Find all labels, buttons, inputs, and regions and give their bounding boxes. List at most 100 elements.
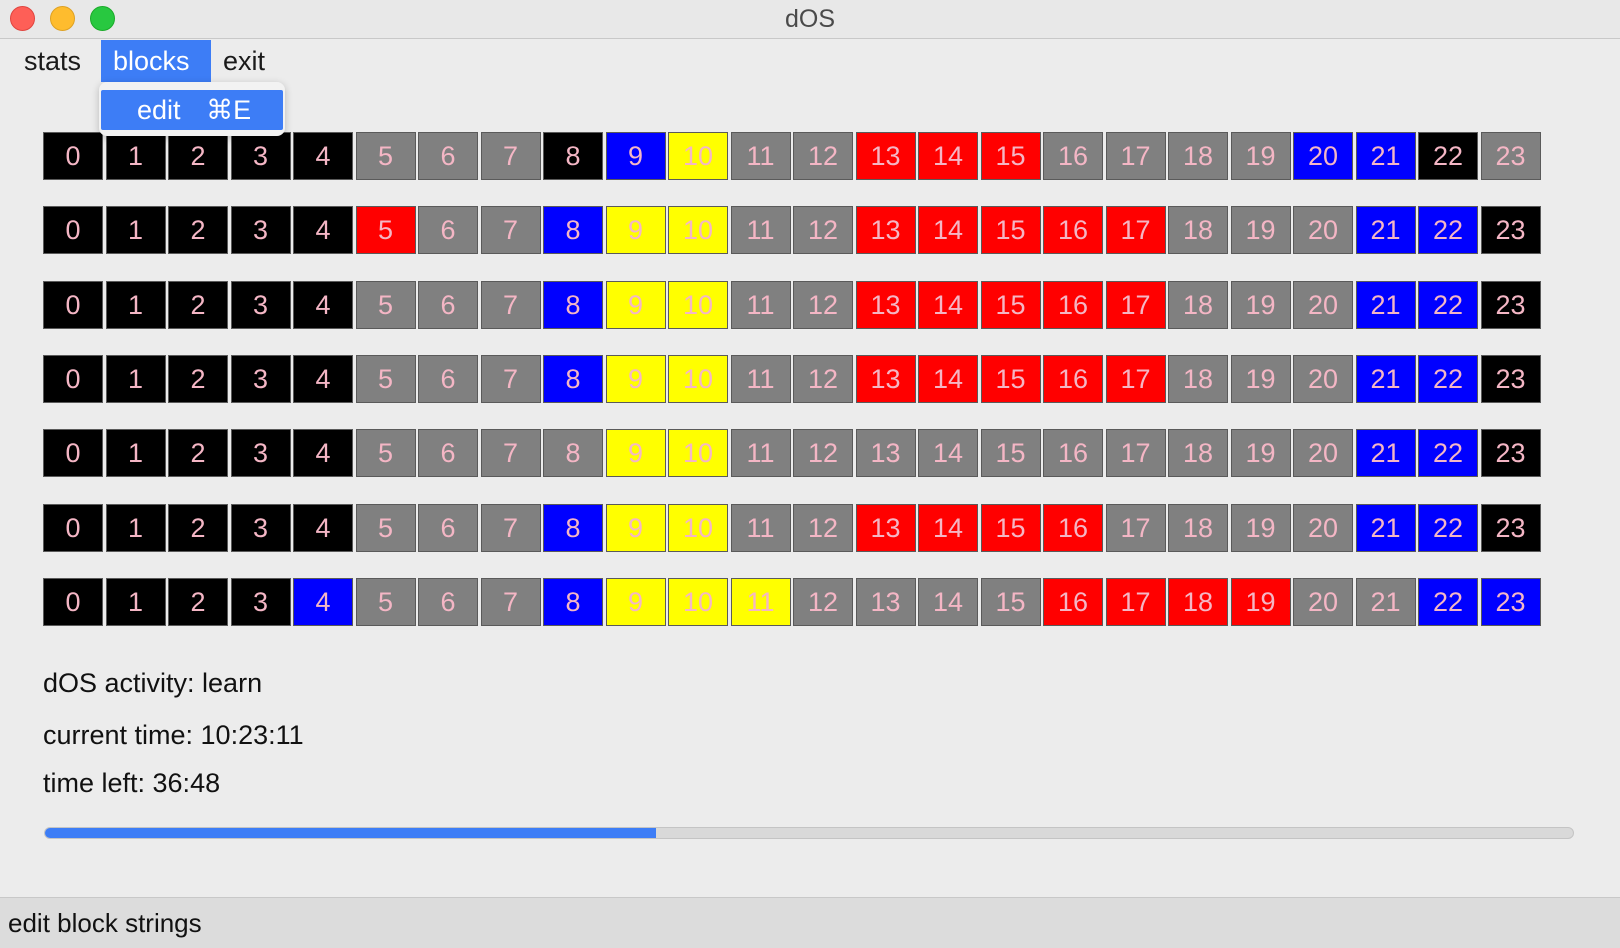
block-cell[interactable]: 11 (730, 429, 791, 478)
block-cell[interactable]: 17 (1105, 577, 1166, 626)
block-cell[interactable]: 5 (355, 132, 416, 180)
block-cell[interactable]: 4 (293, 577, 353, 626)
block-cell[interactable]: 5 (355, 503, 416, 552)
block-cell[interactable]: 19 (1230, 429, 1291, 478)
block-cell[interactable]: 19 (1230, 503, 1291, 552)
block-cell[interactable]: 15 (980, 280, 1041, 329)
block-cell[interactable]: 21 (1355, 429, 1416, 478)
block-cell[interactable]: 18 (1168, 206, 1228, 255)
block-cell[interactable]: 1 (105, 354, 166, 403)
block-cell[interactable]: 23 (1480, 206, 1541, 255)
block-cell[interactable]: 2 (168, 280, 228, 329)
block-cell[interactable]: 16 (1043, 354, 1103, 403)
block-cell[interactable]: 19 (1230, 132, 1291, 180)
block-cell[interactable]: 23 (1480, 503, 1541, 552)
block-cell[interactable]: 3 (230, 577, 291, 626)
block-cell[interactable]: 6 (418, 577, 478, 626)
block-cell[interactable]: 17 (1105, 280, 1166, 329)
block-cell[interactable]: 21 (1355, 132, 1416, 180)
block-cell[interactable]: 4 (293, 503, 353, 552)
block-cell[interactable]: 10 (668, 280, 728, 329)
block-cell[interactable]: 1 (105, 503, 166, 552)
block-cell[interactable]: 14 (918, 577, 978, 626)
block-cell[interactable]: 22 (1418, 280, 1478, 329)
block-cell[interactable]: 17 (1105, 206, 1166, 255)
block-cell[interactable]: 5 (355, 280, 416, 329)
block-cell[interactable]: 17 (1105, 132, 1166, 180)
block-cell[interactable]: 17 (1105, 503, 1166, 552)
block-cell[interactable]: 16 (1043, 503, 1103, 552)
block-cell[interactable]: 22 (1418, 132, 1478, 180)
block-cell[interactable]: 11 (730, 577, 791, 626)
block-cell[interactable]: 14 (918, 280, 978, 329)
block-cell[interactable]: 18 (1168, 577, 1228, 626)
block-cell[interactable]: 20 (1293, 429, 1353, 478)
block-cell[interactable]: 12 (793, 503, 853, 552)
block-cell[interactable]: 9 (605, 429, 666, 478)
block-cell[interactable]: 9 (605, 132, 666, 180)
block-cell[interactable]: 1 (105, 280, 166, 329)
block-cell[interactable]: 23 (1480, 132, 1541, 180)
block-cell[interactable]: 14 (918, 132, 978, 180)
block-cell[interactable]: 16 (1043, 577, 1103, 626)
block-cell[interactable]: 21 (1355, 354, 1416, 403)
block-cell[interactable]: 21 (1355, 503, 1416, 552)
block-cell[interactable]: 15 (980, 132, 1041, 180)
block-cell[interactable]: 7 (480, 132, 541, 180)
block-cell[interactable]: 0 (43, 280, 103, 329)
block-cell[interactable]: 5 (355, 354, 416, 403)
block-cell[interactable]: 7 (480, 354, 541, 403)
block-cell[interactable]: 3 (230, 280, 291, 329)
menu-blocks[interactable]: blocks (101, 40, 211, 82)
block-cell[interactable]: 10 (668, 429, 728, 478)
block-cell[interactable]: 10 (668, 503, 728, 552)
block-cell[interactable]: 23 (1480, 354, 1541, 403)
block-cell[interactable]: 13 (855, 429, 916, 478)
block-cell[interactable]: 5 (355, 577, 416, 626)
block-cell[interactable]: 2 (168, 429, 228, 478)
block-cell[interactable]: 11 (730, 280, 791, 329)
block-cell[interactable]: 13 (855, 132, 916, 180)
block-cell[interactable]: 9 (605, 503, 666, 552)
block-cell[interactable]: 15 (980, 577, 1041, 626)
block-cell[interactable]: 5 (355, 206, 416, 255)
block-cell[interactable]: 2 (168, 206, 228, 255)
block-cell[interactable]: 8 (543, 429, 603, 478)
block-cell[interactable]: 15 (980, 206, 1041, 255)
block-cell[interactable]: 8 (543, 280, 603, 329)
block-cell[interactable]: 21 (1355, 577, 1416, 626)
block-cell[interactable]: 6 (418, 429, 478, 478)
block-cell[interactable]: 1 (105, 206, 166, 255)
block-cell[interactable]: 14 (918, 429, 978, 478)
block-cell[interactable]: 22 (1418, 354, 1478, 403)
block-cell[interactable]: 2 (168, 132, 228, 180)
menu-exit[interactable]: exit (211, 40, 277, 82)
block-cell[interactable]: 9 (605, 206, 666, 255)
block-cell[interactable]: 8 (543, 354, 603, 403)
block-cell[interactable]: 10 (668, 354, 728, 403)
block-cell[interactable]: 20 (1293, 280, 1353, 329)
block-cell[interactable]: 9 (605, 280, 666, 329)
block-cell[interactable]: 9 (605, 354, 666, 403)
block-cell[interactable]: 19 (1230, 206, 1291, 255)
block-cell[interactable]: 19 (1230, 280, 1291, 329)
block-cell[interactable]: 3 (230, 132, 291, 180)
block-cell[interactable]: 19 (1230, 354, 1291, 403)
block-cell[interactable]: 7 (480, 577, 541, 626)
block-cell[interactable]: 12 (793, 354, 853, 403)
block-cell[interactable]: 3 (230, 354, 291, 403)
menu-stats[interactable]: stats (12, 40, 93, 82)
block-cell[interactable]: 15 (980, 503, 1041, 552)
block-cell[interactable]: 15 (980, 354, 1041, 403)
block-cell[interactable]: 4 (293, 206, 353, 255)
block-cell[interactable]: 0 (43, 132, 103, 180)
block-cell[interactable]: 2 (168, 577, 228, 626)
block-cell[interactable]: 13 (855, 503, 916, 552)
block-cell[interactable]: 11 (730, 132, 791, 180)
block-cell[interactable]: 1 (105, 577, 166, 626)
block-cell[interactable]: 13 (855, 280, 916, 329)
block-cell[interactable]: 14 (918, 503, 978, 552)
block-cell[interactable]: 17 (1105, 354, 1166, 403)
block-cell[interactable]: 16 (1043, 280, 1103, 329)
block-cell[interactable]: 20 (1293, 132, 1353, 180)
